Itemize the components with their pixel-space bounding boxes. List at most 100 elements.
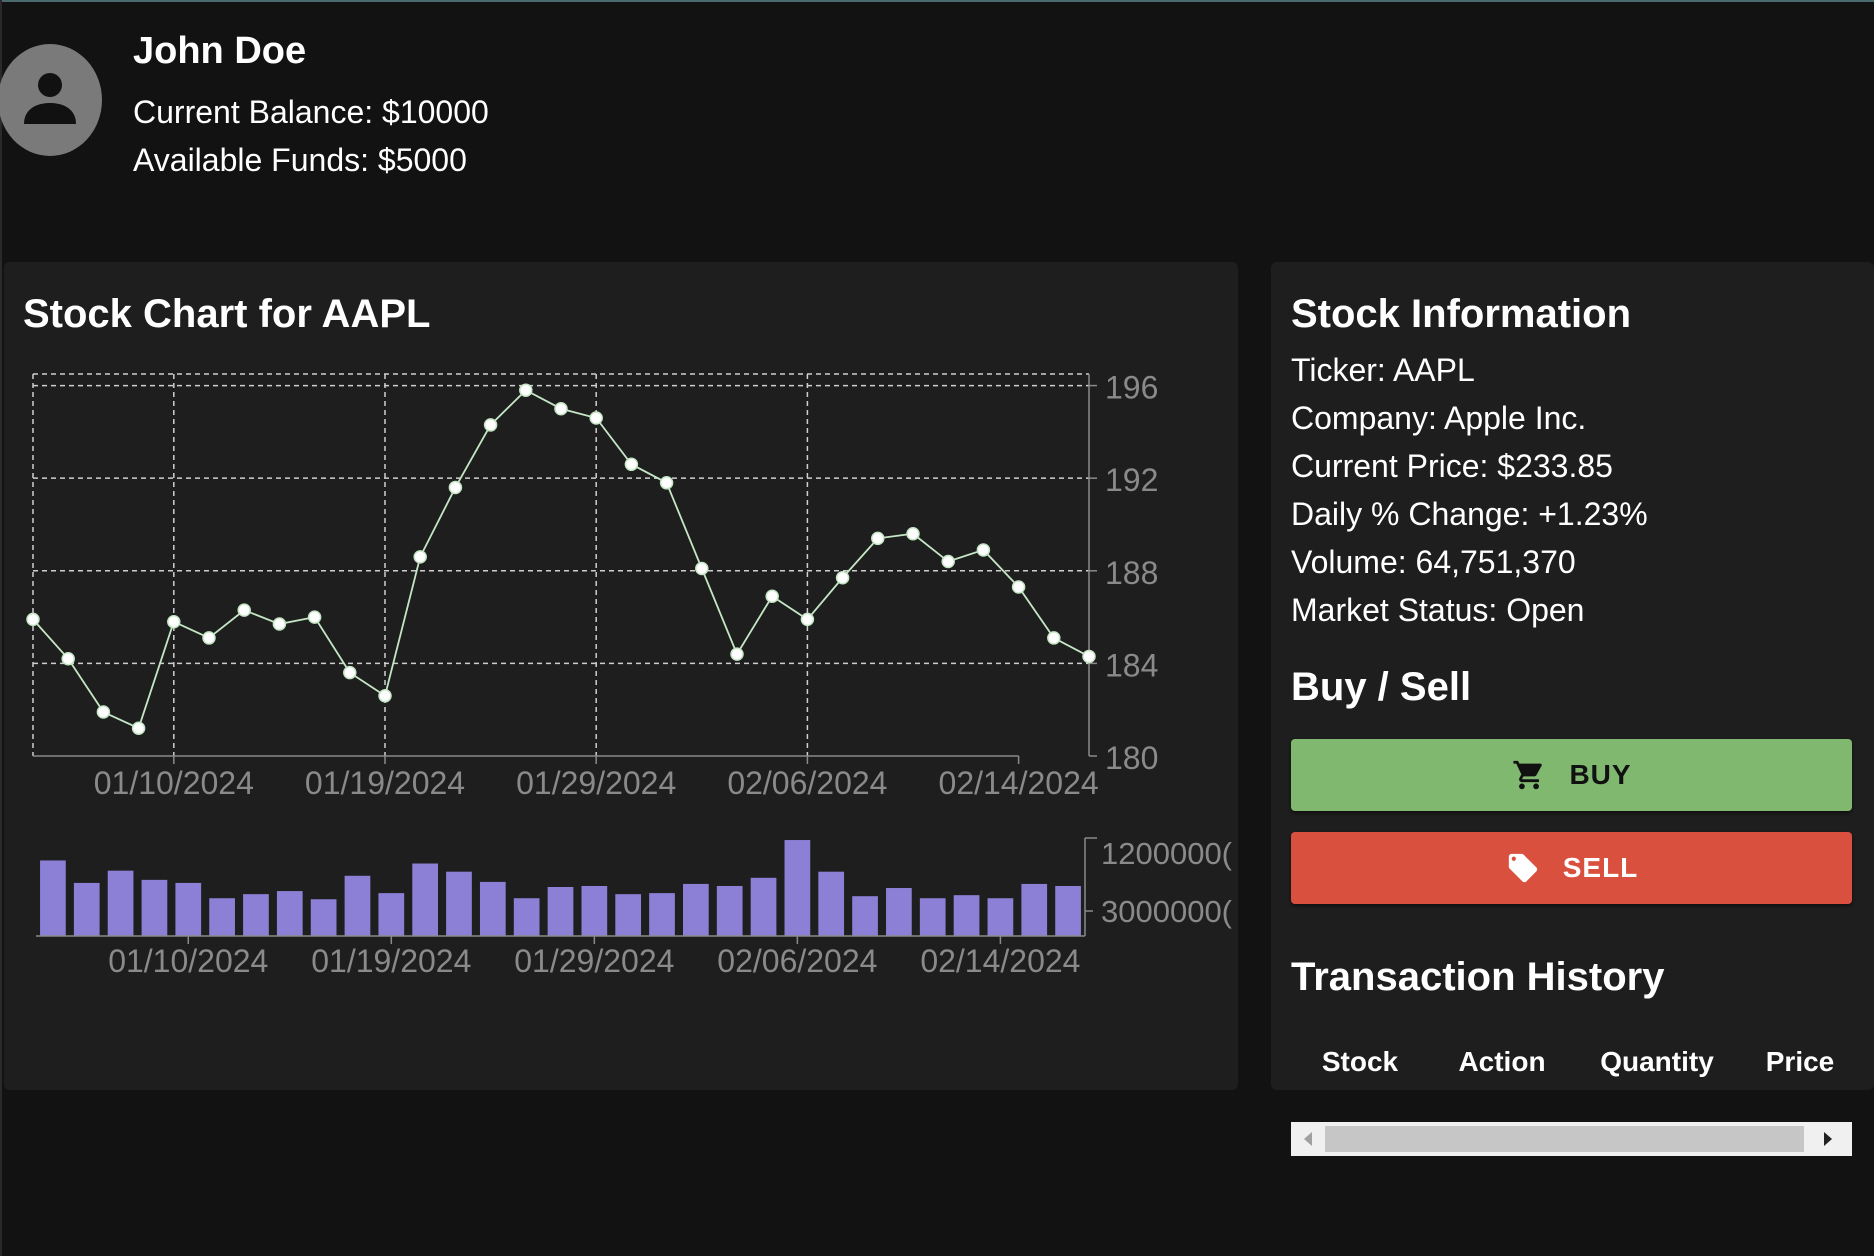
column-header-price[interactable]: Price <box>1739 1046 1861 1078</box>
price-point <box>519 383 533 397</box>
volume-bar-chart: 3000000(1200000(01/10/2024 01/19/2024 01/2… <box>36 836 1233 979</box>
volume-bar <box>987 898 1014 936</box>
volume-x-tick-label: 02/14/2024 <box>920 943 1080 979</box>
volume-bar <box>412 863 439 936</box>
column-header-stock[interactable]: Stock <box>1291 1046 1429 1078</box>
volume-bar <box>1055 885 1081 936</box>
volume-bar <box>886 888 912 936</box>
price-point <box>1011 580 1026 594</box>
price-point <box>871 531 885 546</box>
price-point <box>730 647 744 661</box>
price-point <box>378 689 392 703</box>
price-point <box>976 543 991 557</box>
price-point <box>96 705 111 719</box>
volume-bar <box>716 885 743 936</box>
volume-bar <box>446 871 472 936</box>
price-point <box>61 652 75 666</box>
price-x-tick-label: 02/06/2024 <box>727 765 887 801</box>
price-point <box>554 401 568 416</box>
price-point <box>624 457 639 472</box>
volume-x-tick-label: 01/10/2024 <box>108 943 268 979</box>
volume-bar <box>784 840 811 936</box>
volume-bar <box>581 885 608 936</box>
sell-button[interactable]: SELL <box>1291 832 1852 904</box>
price-point <box>941 554 955 569</box>
volume-bar <box>615 894 642 936</box>
price-point <box>695 561 709 576</box>
volume-bar <box>513 898 540 936</box>
chart-title: Stock Chart for AAPL <box>23 292 431 336</box>
transaction-history-title: Transaction History <box>1291 955 1665 999</box>
transaction-table-scrollbar[interactable] <box>1291 1122 1852 1156</box>
scroll-right-icon[interactable] <box>1804 1122 1852 1156</box>
volume-x-tick-label: 01/19/2024 <box>311 943 471 979</box>
price-point <box>307 610 322 624</box>
price-point <box>272 617 287 631</box>
price-x-tick-label: 01/10/2024 <box>94 765 254 801</box>
price-y-tick-label: 192 <box>1105 462 1158 498</box>
volume-bar <box>547 887 574 936</box>
window-top-border <box>0 0 1874 2</box>
volume-bar <box>209 898 235 936</box>
volume-y-tick-label: 3000000( <box>1101 894 1233 929</box>
volume-bar <box>682 883 709 936</box>
price-point <box>1047 631 1061 645</box>
volume-bar <box>953 895 980 936</box>
scroll-left-icon[interactable] <box>1291 1122 1325 1156</box>
company-text: Company: Apple Inc. <box>1291 400 1587 436</box>
volume-bar <box>276 891 303 936</box>
buy-sell-title: Buy / Sell <box>1291 665 1472 709</box>
column-header-quantity[interactable]: Quantity <box>1575 1046 1739 1078</box>
price-point <box>237 603 251 617</box>
volume-bar <box>479 881 506 936</box>
volume-bar <box>649 893 675 936</box>
market-status-text: Market Status: Open <box>1291 592 1585 628</box>
volume-bar <box>919 898 946 936</box>
volume-bar <box>141 879 168 936</box>
price-x-tick-label: 01/19/2024 <box>305 765 465 801</box>
volume-bar <box>344 875 371 936</box>
scrollbar-thumb[interactable] <box>1325 1126 1804 1152</box>
transaction-table-header: Stock Action Quantity Price <box>1291 1046 1861 1078</box>
ticker-text: Ticker: AAPL <box>1291 352 1475 388</box>
price-y-tick-label: 196 <box>1105 370 1158 406</box>
price-point <box>343 665 357 680</box>
price-point <box>202 631 216 645</box>
price-y-tick-label: 184 <box>1105 647 1158 683</box>
price-point <box>483 418 498 432</box>
volume-bar <box>378 893 405 936</box>
volume-bar <box>40 860 66 936</box>
sell-label: SELL <box>1562 852 1639 883</box>
tag-icon <box>1505 850 1541 886</box>
volume-bar <box>1021 883 1048 936</box>
cart-icon <box>1511 757 1547 793</box>
price-point <box>131 721 146 735</box>
person-icon <box>20 68 80 133</box>
price-point <box>765 589 779 604</box>
volume-text: Volume: 64,751,370 <box>1291 544 1576 580</box>
volume-bar <box>310 899 337 936</box>
price-point <box>800 612 815 627</box>
volume-bar <box>175 882 202 936</box>
volume-bar <box>243 894 269 936</box>
volume-bar <box>73 882 100 936</box>
profile-summary: John Doe Current Balance: $10000 Availab… <box>133 28 489 184</box>
current-price-text: Current Price: $233.85 <box>1291 448 1613 484</box>
volume-x-tick-label: 01/29/2024 <box>514 943 674 979</box>
price-gridlines <box>32 373 1089 756</box>
price-point <box>835 570 850 585</box>
price-point <box>26 612 40 627</box>
volume-bar <box>852 896 878 936</box>
avatar[interactable] <box>0 44 102 156</box>
column-header-action[interactable]: Action <box>1429 1046 1575 1078</box>
price-y-tick-label: 180 <box>1105 740 1158 776</box>
stock-info-list: Ticker: AAPL Company: Apple Inc. Current… <box>1291 346 1648 634</box>
price-point <box>167 614 181 629</box>
buy-button[interactable]: BUY <box>1291 739 1852 811</box>
price-series-line <box>32 389 1090 730</box>
price-x-tick-label: 01/29/2024 <box>516 765 676 801</box>
available-funds: Available Funds: $5000 <box>133 142 467 178</box>
volume-bar <box>107 870 134 936</box>
user-name: John Doe <box>133 30 307 72</box>
price-point <box>659 476 674 490</box>
